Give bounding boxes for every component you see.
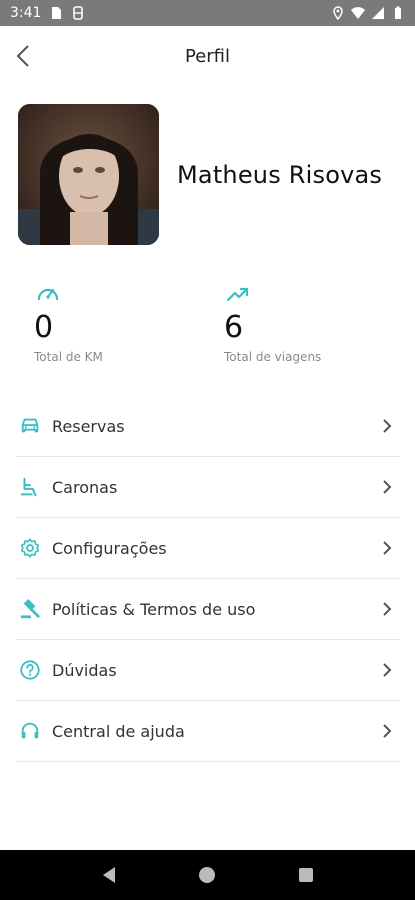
stat-value-km: 0 xyxy=(34,310,54,345)
stat-value-trips: 6 xyxy=(224,310,244,345)
user-name: Matheus Risovas xyxy=(177,160,383,189)
chevron-right-icon xyxy=(383,541,392,555)
chevron-right-icon xyxy=(383,480,392,494)
chevron-left-icon xyxy=(16,45,29,67)
stat-label-trips: Total de viagens xyxy=(224,350,322,364)
menu-item-reservas[interactable]: Reservas xyxy=(16,396,400,457)
chevron-right-icon xyxy=(383,724,392,738)
profile-menu: Reservas Caronas Configurações Políticas… xyxy=(16,396,400,762)
gear-icon xyxy=(18,536,42,560)
menu-label-caronas: Caronas xyxy=(52,477,118,497)
sd-card-icon xyxy=(52,7,62,19)
avatar-photo xyxy=(18,104,159,245)
headset-icon xyxy=(18,719,42,743)
menu-item-caronas[interactable]: Caronas xyxy=(16,457,400,518)
chevron-right-icon xyxy=(383,419,392,433)
trending-up-icon xyxy=(226,287,249,302)
menu-item-configuracoes[interactable]: Configurações xyxy=(16,518,400,579)
nav-recents-button[interactable] xyxy=(296,865,316,885)
system-nav-bar xyxy=(0,850,415,900)
nav-home-button[interactable] xyxy=(197,865,217,885)
speedometer-icon xyxy=(37,288,59,301)
car-icon xyxy=(18,414,42,438)
avatar[interactable] xyxy=(18,104,159,245)
chevron-right-icon xyxy=(383,602,392,616)
help-circle-icon xyxy=(18,658,42,682)
signal-icon xyxy=(372,7,384,19)
stat-total-km: 0 Total de KM xyxy=(34,282,204,364)
menu-item-central-ajuda[interactable]: Central de ajuda xyxy=(16,701,400,762)
gavel-icon xyxy=(18,597,42,621)
chevron-right-icon xyxy=(383,663,392,677)
profile-section: Matheus Risovas xyxy=(18,104,382,245)
notification-icon xyxy=(73,6,84,20)
seat-icon xyxy=(18,475,42,499)
menu-label-central-ajuda: Central de ajuda xyxy=(52,721,185,741)
square-recents-icon xyxy=(298,868,313,882)
triangle-back-icon xyxy=(103,867,116,883)
status-bar: 3:41 xyxy=(0,0,415,26)
menu-item-duvidas[interactable]: Dúvidas xyxy=(16,640,400,701)
location-icon xyxy=(333,6,343,20)
battery-icon xyxy=(395,6,401,19)
app-header: Perfil xyxy=(0,26,415,86)
status-time: 3:41 xyxy=(10,5,42,21)
menu-label-reservas: Reservas xyxy=(52,416,125,436)
nav-back-button[interactable] xyxy=(99,865,119,885)
menu-label-duvidas: Dúvidas xyxy=(52,660,117,680)
menu-label-configuracoes: Configurações xyxy=(52,538,167,558)
stat-total-trips: 6 Total de viagens xyxy=(224,282,394,364)
circle-home-icon xyxy=(199,867,216,883)
stats-section: 0 Total de KM 6 Total de viagens xyxy=(0,282,415,372)
menu-item-politicas[interactable]: Políticas & Termos de uso xyxy=(16,579,400,640)
menu-label-politicas: Políticas & Termos de uso xyxy=(52,599,256,619)
back-button[interactable] xyxy=(10,42,38,70)
wifi-icon xyxy=(351,7,365,19)
page-title: Perfil xyxy=(184,45,231,67)
stat-label-km: Total de KM xyxy=(34,350,103,364)
